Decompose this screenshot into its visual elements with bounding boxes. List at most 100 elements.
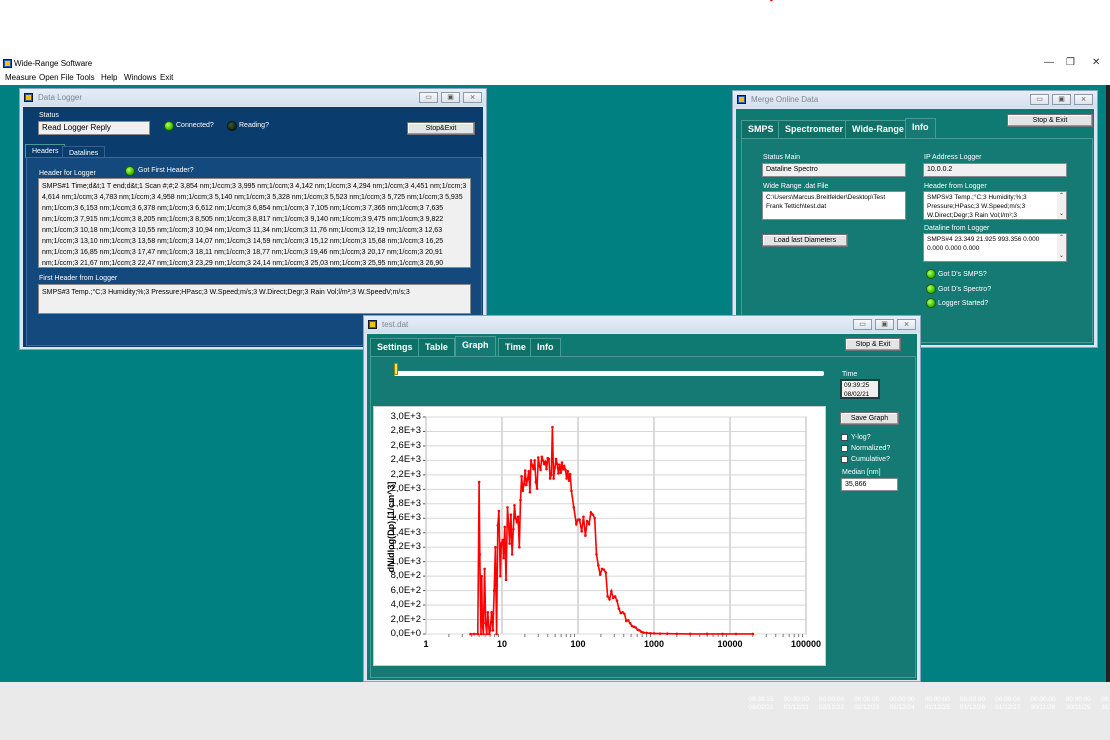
data-point xyxy=(530,464,534,467)
data-point xyxy=(538,464,541,468)
data-point xyxy=(532,467,535,471)
data-point xyxy=(521,489,525,493)
data-point xyxy=(480,574,483,578)
size-distribution-chart xyxy=(423,0,807,637)
data-point xyxy=(514,516,517,520)
data-point xyxy=(528,490,532,494)
data-point xyxy=(666,632,669,636)
y-tick-label: 2,4E+3 xyxy=(390,454,421,466)
data-point xyxy=(628,621,632,625)
data-point xyxy=(519,498,522,502)
data-point xyxy=(552,477,555,480)
data-point xyxy=(487,632,491,636)
data-point xyxy=(527,469,531,473)
data-point xyxy=(535,487,539,490)
data-point xyxy=(641,631,645,634)
data-point xyxy=(549,473,553,477)
data-point xyxy=(582,515,585,519)
data-point xyxy=(518,545,521,549)
data-point xyxy=(500,542,503,545)
data-point xyxy=(506,506,509,509)
y-tick-label: 2,0E+3 xyxy=(390,483,421,495)
data-point xyxy=(472,632,476,636)
data-point xyxy=(591,513,595,516)
data-point xyxy=(610,590,613,593)
data-point xyxy=(548,477,552,480)
data-point xyxy=(512,527,515,531)
data-point xyxy=(575,522,578,526)
data-point xyxy=(617,607,621,610)
y-tick-label: 1,8E+3 xyxy=(390,497,421,509)
data-point xyxy=(479,632,483,636)
data-point xyxy=(482,632,485,636)
data-point xyxy=(649,631,652,635)
y-tick-label: 0,0E+0 xyxy=(390,628,421,639)
data-point xyxy=(510,553,514,556)
data-point xyxy=(491,629,495,632)
y-tick-label: 1,2E+3 xyxy=(390,541,421,553)
data-point xyxy=(606,595,609,598)
data-point xyxy=(634,626,638,629)
data-point xyxy=(483,567,486,571)
x-tick-label: 1 xyxy=(423,639,429,649)
y-tick-label: 2,2E+3 xyxy=(390,468,421,480)
y-tick-label: 1,4E+3 xyxy=(390,526,421,538)
data-point xyxy=(499,574,502,578)
data-point xyxy=(476,632,480,636)
data-point xyxy=(598,573,602,576)
data-point xyxy=(559,471,563,474)
data-point xyxy=(751,632,755,636)
data-point xyxy=(508,542,511,545)
data-point xyxy=(536,456,540,459)
data-point xyxy=(623,612,626,616)
data-point xyxy=(492,589,496,592)
data-point xyxy=(721,632,724,636)
data-point xyxy=(626,618,630,622)
data-point xyxy=(568,472,572,476)
y-axis-label: dN/dlog(Dp) [1/cm^3] xyxy=(386,481,396,573)
x-tick-label: 100 xyxy=(570,639,586,649)
y-tick-label: 2,8E+3 xyxy=(390,425,421,437)
data-point xyxy=(658,632,662,635)
data-point xyxy=(488,629,492,632)
data-point xyxy=(580,529,584,533)
data-point xyxy=(513,503,516,507)
data-point xyxy=(469,632,472,636)
data-point xyxy=(490,611,493,614)
data-point xyxy=(551,425,554,429)
data-point xyxy=(478,553,482,556)
data-point xyxy=(565,477,568,480)
data-point xyxy=(613,595,617,598)
data-point xyxy=(534,480,538,484)
data-point xyxy=(522,482,526,486)
data-point xyxy=(564,468,567,472)
data-point xyxy=(501,538,504,542)
y-tick-label: 8,0E+2 xyxy=(390,570,421,582)
data-point xyxy=(562,464,566,468)
data-point xyxy=(507,522,510,526)
data-point xyxy=(545,467,548,471)
data-point xyxy=(547,457,551,461)
data-point xyxy=(597,563,600,567)
data-point xyxy=(675,632,679,636)
y-tick-label: 3,0E+3 xyxy=(390,411,421,422)
data-point xyxy=(608,597,611,601)
data-point xyxy=(578,518,581,522)
data-point xyxy=(558,463,561,467)
data-point xyxy=(770,0,773,2)
data-point xyxy=(477,480,481,484)
data-point xyxy=(555,462,559,466)
data-point xyxy=(584,534,587,537)
x-tick-label: 10000 xyxy=(717,639,743,649)
x-tick-label: 10 xyxy=(496,639,507,649)
y-tick-label: 1,6E+3 xyxy=(390,512,421,524)
data-point xyxy=(504,578,508,582)
data-point xyxy=(561,467,565,471)
data-point xyxy=(523,469,527,472)
data-point xyxy=(516,515,520,519)
x-tick-label: 100000 xyxy=(790,639,822,649)
data-point xyxy=(484,621,487,625)
y-tick-label: 6,0E+2 xyxy=(390,584,421,596)
data-point xyxy=(566,469,570,473)
data-point xyxy=(533,459,536,462)
